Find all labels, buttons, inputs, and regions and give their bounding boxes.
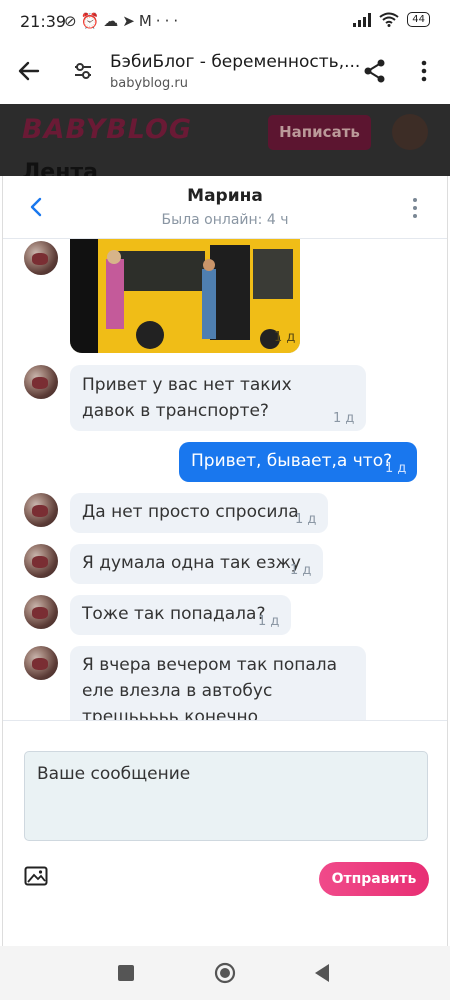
write-button: Написать xyxy=(268,115,371,150)
incoming-message[interactable]: Я думала одна так езжу 1 д xyxy=(70,544,323,584)
message-input-placeholder: Ваше сообщение xyxy=(37,764,191,784)
chat-dialog: Марина Была онлайн: 4 ч 1 д Привет у вас… xyxy=(2,176,448,946)
message-list[interactable]: 1 д Привет у вас нет таких давок в транс… xyxy=(3,239,447,720)
site-settings-icon[interactable] xyxy=(72,60,94,82)
telegram-icon: ➤ xyxy=(122,12,139,30)
incoming-message[interactable]: Я вчера вечером так попала еле влезла в … xyxy=(70,646,366,720)
feed-heading: Лента xyxy=(22,160,98,176)
message-text-line: Я вчера вечером так попала xyxy=(82,655,338,675)
message-text-line: Тоже так попадала? xyxy=(82,604,266,624)
incoming-message[interactable]: Привет у вас нет таких давок в транспорт… xyxy=(70,365,366,431)
message-time: 1 д xyxy=(290,563,312,578)
message-text-line: Да нет просто спросила xyxy=(82,502,299,522)
message-time: 1 д xyxy=(385,461,407,476)
avatar[interactable] xyxy=(24,493,58,527)
message-time: 1 д xyxy=(295,512,317,527)
send-button[interactable]: Отправить xyxy=(319,862,429,896)
photo-message[interactable]: 1 д xyxy=(70,239,300,353)
bus-photo-image xyxy=(70,239,300,353)
wifi-icon xyxy=(379,12,399,27)
message-text-line: давок в транспорте? xyxy=(82,401,269,421)
page-title: БэбиБлог - беременность,... xyxy=(110,52,361,72)
message-composer: Ваше сообщение Отправить xyxy=(3,720,447,946)
avatar[interactable] xyxy=(24,646,58,680)
browser-toolbar: БэбиБлог - беременность,... babyblog.ru xyxy=(0,42,450,104)
avatar[interactable] xyxy=(24,241,58,275)
message-text-line: Привет у вас нет таких xyxy=(82,375,292,395)
page-url[interactable]: babyblog.ru xyxy=(110,76,188,91)
attach-image-icon[interactable] xyxy=(24,866,48,886)
more-vertical-icon[interactable] xyxy=(411,196,419,220)
back-arrow-icon[interactable] xyxy=(16,58,42,84)
avatar[interactable] xyxy=(24,365,58,399)
share-icon[interactable] xyxy=(362,58,388,84)
incoming-message[interactable]: Тоже так попадала? 1 д xyxy=(70,595,291,635)
alarm-icon: ⏰ xyxy=(80,12,104,30)
signal-icon xyxy=(353,12,372,27)
background-page: BABYBLOG Написать Лента xyxy=(0,104,450,176)
status-bar: 21:39 ⊘⏰☁➤M··· 44 xyxy=(0,0,450,42)
contact-status: Была онлайн: 4 ч xyxy=(161,212,289,228)
avatar[interactable] xyxy=(24,595,58,629)
system-icons: 44 xyxy=(353,12,430,27)
outgoing-message[interactable]: Привет, бывает,а что? 1 д xyxy=(179,442,417,482)
mute-icon: ⊘ xyxy=(64,12,81,30)
message-text-line: Привет, бывает,а что? xyxy=(191,451,393,471)
system-nav-bar xyxy=(0,946,450,1000)
gmail-icon: M xyxy=(138,12,156,30)
battery-icon: 44 xyxy=(407,12,430,27)
clock: 21:39 xyxy=(20,12,67,31)
cloud-icon: ☁ xyxy=(103,12,123,30)
site-logo: BABYBLOG xyxy=(22,114,193,145)
message-input[interactable]: Ваше сообщение xyxy=(24,751,428,841)
chat-header: Марина Была онлайн: 4 ч xyxy=(3,176,447,239)
incoming-message[interactable]: Да нет просто спросила 1 д xyxy=(70,493,328,533)
more-vertical-icon[interactable] xyxy=(412,58,436,84)
notification-icons: ⊘⏰☁➤M··· xyxy=(64,12,182,30)
message-text-line: еле влезла в автобус xyxy=(82,681,273,701)
message-time: 1 д xyxy=(258,614,280,629)
contact-name: Марина xyxy=(187,186,263,206)
message-text-line: Я думала одна так езжу xyxy=(82,553,301,573)
message-text-line: трешььььь конечно xyxy=(82,707,259,720)
message-time: 1 д xyxy=(333,411,355,426)
more-dots-icon: ··· xyxy=(155,12,183,30)
nav-back-icon[interactable] xyxy=(314,963,330,983)
home-icon[interactable] xyxy=(214,962,236,984)
user-avatar xyxy=(392,114,428,150)
message-time: 1 д xyxy=(274,330,296,345)
recents-icon[interactable] xyxy=(118,965,134,981)
avatar[interactable] xyxy=(24,544,58,578)
